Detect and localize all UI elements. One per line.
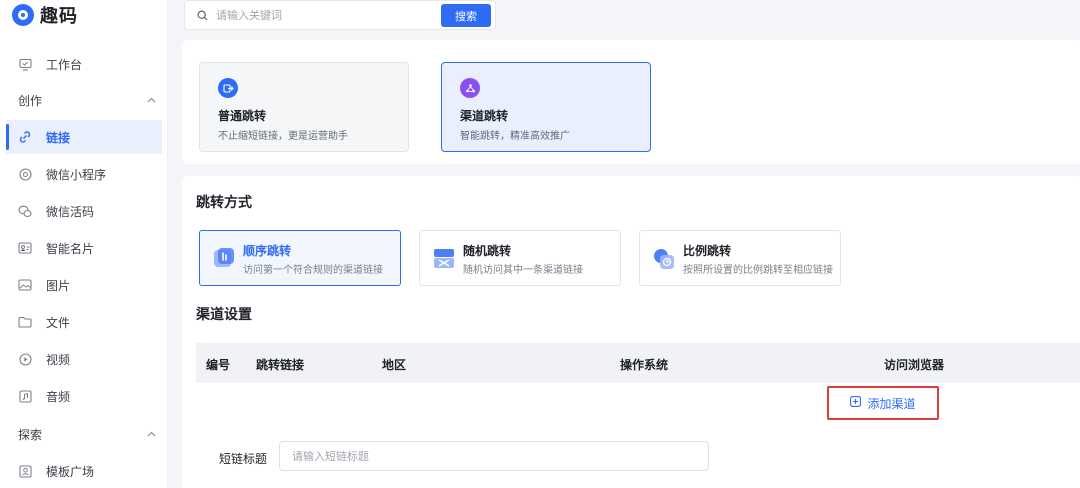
jump-mode-desc: 随机访问其中一条渠道链接	[463, 265, 583, 276]
sidebar-item-label: 文件	[46, 315, 71, 330]
jump-type-title: 普通跳转	[218, 109, 267, 123]
sequence-icon	[212, 246, 236, 270]
add-channel-label: 添加渠道	[867, 396, 916, 411]
sidebar-item-label: 微信活码	[46, 204, 95, 219]
jump-mode-sequence-card[interactable]: 顺序跳转 访问第一个符合规则的渠道链接	[199, 230, 401, 286]
image-icon	[18, 278, 32, 292]
jump-type-title: 渠道跳转	[460, 109, 509, 123]
random-icon	[432, 246, 456, 270]
sidebar-item-label: 音频	[46, 389, 71, 404]
column-header-os: 操作系统	[620, 358, 669, 372]
jump-type-panel: 普通跳转 不止缩短链接，更是运营助手 渠道跳转 智能跳转，精准高效推广	[182, 40, 1080, 164]
search-bar: 搜索	[184, 0, 496, 30]
search-button[interactable]: 搜索	[441, 4, 491, 27]
sidebar-item-audio[interactable]: 音频	[6, 379, 162, 413]
ratio-icon	[652, 246, 676, 270]
card-icon	[18, 241, 32, 255]
jump-mode-desc: 按照所设置的比例跳转至相应链接	[683, 265, 833, 276]
jump-type-normal-card[interactable]: 普通跳转 不止缩短链接，更是运营助手	[199, 62, 409, 152]
sidebar-item-label: 智能名片	[46, 241, 95, 256]
audio-icon	[18, 389, 32, 403]
plus-square-icon	[850, 396, 862, 410]
column-header-region: 地区	[382, 358, 407, 372]
sidebar-item-label: 链接	[46, 130, 71, 145]
jump-type-desc: 智能跳转，精准高效推广	[460, 131, 570, 142]
sidebar-item-workbench[interactable]: 工作台	[6, 47, 162, 81]
sidebar-group-explore[interactable]: 探索	[18, 424, 156, 444]
wechat-livecode-icon	[18, 204, 32, 218]
sidebar-item-template[interactable]: 模板广场	[6, 454, 162, 488]
jump-mode-random-card[interactable]: 随机跳转 随机访问其中一条渠道链接	[419, 230, 621, 286]
column-header-id: 编号	[206, 358, 231, 372]
chevron-up-icon	[147, 429, 156, 440]
jump-mode-title: 顺序跳转	[243, 244, 292, 258]
link-icon	[18, 130, 32, 144]
workbench-icon	[18, 57, 32, 71]
file-icon	[18, 315, 32, 329]
jump-mode-desc: 访问第一个符合规则的渠道链接	[243, 265, 383, 276]
search-icon	[197, 9, 208, 21]
sidebar-item-label: 模板广场	[46, 464, 95, 479]
video-icon	[18, 352, 32, 366]
short-title-input[interactable]	[279, 441, 709, 471]
sidebar-group-label: 创作	[18, 93, 43, 108]
column-header-browser: 访问浏览器	[884, 358, 945, 372]
sidebar-group-create[interactable]: 创作	[18, 90, 156, 110]
add-channel-button[interactable]: 添加渠道	[827, 386, 939, 420]
sidebar-item-video[interactable]: 视频	[6, 342, 162, 376]
sidebar-item-wechat-livecode[interactable]: 微信活码	[6, 194, 162, 228]
sidebar-item-label: 视频	[46, 352, 71, 367]
channel-icon	[460, 78, 480, 98]
jump-mode-title: 随机跳转	[463, 244, 512, 258]
sidebar-group-label: 探索	[18, 427, 43, 442]
channel-settings-title: 渠道设置	[196, 304, 296, 325]
logo-text: 趣码	[40, 6, 78, 27]
jump-type-channel-card[interactable]: 渠道跳转 智能跳转，精准高效推广	[441, 62, 651, 152]
logo-icon	[12, 4, 34, 26]
redirect-icon	[218, 78, 238, 98]
sidebar-item-label: 微信小程序	[46, 167, 107, 182]
sidebar-item-file[interactable]: 文件	[6, 305, 162, 339]
chevron-up-icon	[147, 95, 156, 106]
sidebar-item-label: 工作台	[46, 57, 83, 72]
sidebar-item-link[interactable]: 链接	[6, 120, 162, 154]
jump-mode-ratio-card[interactable]: 比例跳转 按照所设置的比例跳转至相应链接	[639, 230, 841, 286]
jump-mode-title: 比例跳转	[683, 244, 732, 258]
column-header-link: 跳转链接	[256, 358, 305, 372]
sidebar-item-miniprogram[interactable]: 微信小程序	[6, 157, 162, 191]
sidebar-item-card[interactable]: 智能名片	[6, 231, 162, 265]
sidebar-item-image[interactable]: 图片	[6, 268, 162, 302]
search-input[interactable]	[216, 8, 426, 22]
short-title-label: 短链标题	[219, 452, 268, 466]
sidebar-item-label: 图片	[46, 278, 71, 293]
jump-mode-title: 跳转方式	[196, 192, 296, 213]
app-logo[interactable]: 趣码	[12, 2, 78, 28]
jump-type-desc: 不止缩短链接，更是运营助手	[218, 131, 348, 142]
channel-table-header: 编号 跳转链接 地区 操作系统 访问浏览器	[196, 343, 1080, 383]
sidebar: 趣码 工作台 创作 链接 微信小程序 微信活码 智能名片 图片 文件 视频 音频…	[0, 0, 168, 488]
template-icon	[18, 464, 32, 478]
settings-panel: 跳转方式 顺序跳转 访问第一个符合规则的渠道链接 随机跳转 随机访问其中一条渠道…	[182, 176, 1080, 488]
miniprogram-icon	[18, 167, 32, 181]
